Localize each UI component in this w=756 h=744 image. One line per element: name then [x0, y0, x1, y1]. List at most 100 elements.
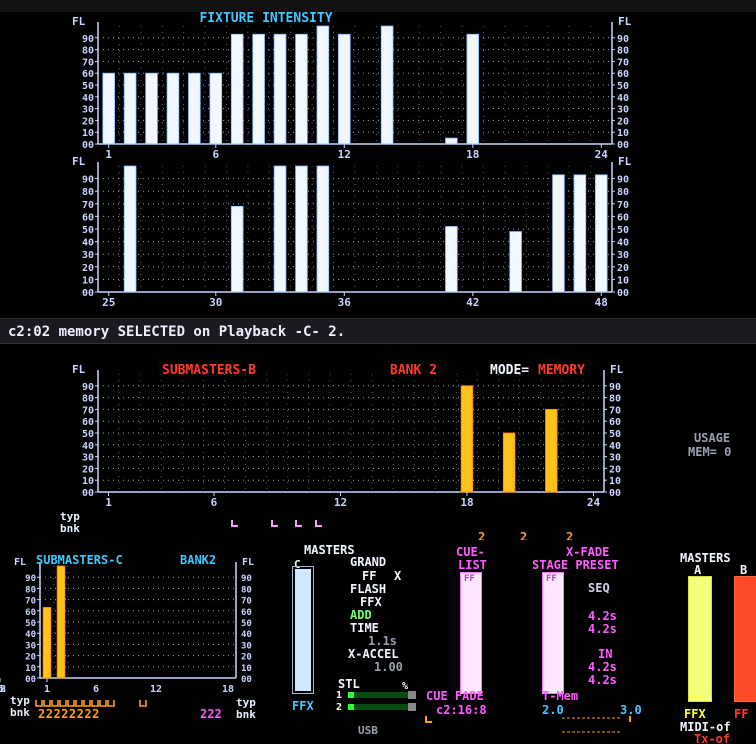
y-tick-label: 00 — [82, 488, 94, 499]
xfade-panel: X-FADE STAGE PRESET FF SEQ 4.2s 4.2s IN … — [530, 540, 680, 710]
y-tick-label: 10 — [82, 476, 94, 487]
y-tick-label: 50 — [82, 225, 94, 236]
y-tick-label: 40 — [82, 93, 94, 104]
y-tick-label: 70 — [25, 597, 36, 607]
y-tick-label-right: 10 — [241, 664, 252, 674]
bar-1 — [42, 607, 52, 679]
status-line: c2:02 memory SELECTED on Playback -C- 2. — [0, 318, 756, 344]
bar-47 — [573, 174, 587, 293]
x-tick-label: 30 — [209, 296, 222, 309]
y-tick-label: 90 — [82, 382, 94, 393]
y-unit-left: FL — [72, 155, 86, 168]
y-tick-label: 00 — [82, 140, 94, 151]
y-tick-label-right: 50 — [609, 429, 621, 440]
master-c-fader[interactable] — [292, 566, 314, 694]
y-tick-label: 10 — [25, 664, 36, 674]
bar-14 — [380, 25, 394, 145]
mode-value[interactable]: MEMORY — [538, 363, 585, 378]
bar-33 — [273, 165, 287, 293]
y-tick-label-right: 60 — [617, 69, 629, 80]
y-tick-label: 80 — [82, 187, 94, 198]
master-b-ff: FF — [734, 707, 749, 721]
submasters-c-bank: BANK2 — [180, 553, 216, 567]
cue-fade-label: CUE FADE — [426, 689, 484, 703]
y-tick-label-right: 80 — [609, 394, 621, 405]
master-a-fader[interactable] — [688, 576, 712, 702]
submasters-c-bank-digits: 22222222 — [38, 707, 100, 721]
bar-18 — [460, 385, 474, 493]
y-tick-label: 20 — [82, 116, 94, 127]
cuelist-title-2: LIST — [458, 558, 487, 572]
y-tick-label-right: 90 — [241, 574, 252, 584]
x-tick-label: 36 — [338, 296, 352, 309]
x-tick-label: 1 — [44, 684, 50, 695]
submasters-c-chart: FL90807060504030201000161218FL9080706050… — [0, 557, 254, 695]
masters-xaccel-value: 1.00 — [374, 660, 403, 674]
y-tick-label: 60 — [82, 212, 94, 223]
bar-11 — [316, 25, 330, 145]
fixture-intensity-title: FIXTURE INTENSITY — [199, 11, 332, 26]
bar-48 — [595, 174, 608, 293]
y-tick-label-right: 80 — [241, 585, 252, 595]
master-c-fader-fill — [295, 569, 311, 691]
masters-x[interactable]: X — [394, 570, 401, 583]
bar-7 — [230, 33, 244, 145]
x-tick-label: 24 — [595, 148, 609, 161]
y-tick-label-right: 50 — [241, 619, 252, 629]
bar-17 — [445, 137, 458, 145]
x-tick-label: 18 — [466, 148, 479, 161]
fixture-chart-1-24: FL FL90 9080 8070 7060 6050 5040 4030 3020 2010 10… — [72, 15, 632, 161]
y-tick-label-right: 70 — [609, 405, 621, 416]
bar-18 — [466, 33, 480, 145]
y-tick-label-right: 20 — [617, 263, 629, 274]
master-b-fader[interactable] — [734, 576, 756, 702]
x-tick-label: 18 — [0, 684, 6, 695]
y-tick-label: 50 — [82, 81, 94, 92]
stl-meters: 1 2 — [336, 690, 416, 713]
y-tick-label-right: 70 — [617, 57, 629, 68]
fixture-intensity-panel: FL FL90 9080 8070 7060 6050 5040 4030 3020 2010 10… — [72, 11, 632, 309]
y-tick-label-right: 50 — [617, 225, 629, 236]
bar-12 — [338, 33, 351, 145]
y-tick-label: 20 — [82, 464, 94, 475]
y-tick-label-right: 10 — [609, 476, 621, 487]
y-tick-label-right: 30 — [617, 250, 629, 261]
y-unit-left: FL — [72, 363, 86, 376]
x-tick-label: 48 — [595, 296, 608, 309]
bar-6 — [209, 72, 223, 145]
y-unit-left: FL — [72, 15, 86, 28]
y-tick-label: 50 — [82, 429, 94, 440]
y-tick-label: 80 — [25, 585, 36, 595]
subb-mark-18: 2 — [478, 530, 485, 540]
x-tick-label: 18 — [222, 684, 234, 695]
x-tick-label: 12 — [338, 148, 351, 161]
y-tick-label: 00 — [25, 675, 36, 685]
y-tick-label: 60 — [82, 69, 94, 80]
y-tick-label-right: 10 — [617, 275, 629, 286]
masters-ab-title: MASTERS — [680, 551, 731, 565]
x-tick-label: 24 — [587, 496, 601, 509]
cuelist-fader[interactable]: FF — [460, 572, 482, 694]
y-tick-label-right: 30 — [241, 641, 252, 651]
y-tick-label-right: 20 — [617, 116, 629, 127]
y-unit-right: FL — [610, 363, 624, 376]
y-tick-label-right: 80 — [617, 46, 629, 57]
submasters-b-chart: FL FL90 9080 8070 7060 6050 5040 4030 3020 2010 10… — [72, 363, 624, 509]
y-tick-label-right: 40 — [617, 93, 629, 104]
masters-panel: MASTERS C GRAND FF X FLASH FFX ADD TIME … — [290, 540, 440, 744]
bar-2 — [123, 72, 137, 145]
usb-label: USB — [358, 724, 378, 737]
bar-22 — [545, 409, 558, 493]
bar-46 — [552, 174, 565, 293]
submasters-b-bnk-label: bnk — [60, 522, 80, 535]
xfade-fader[interactable]: FF — [542, 572, 564, 694]
cuelist-fader-ff: FF — [464, 574, 475, 584]
y-tick-label-right: 70 — [617, 200, 629, 211]
x-tick-label: 1 — [105, 496, 112, 509]
submasters-b-bank: BANK 2 — [390, 363, 437, 378]
submasters-c-title: SUBMASTERS-C — [36, 553, 123, 567]
y-tick-label: 80 — [82, 394, 94, 405]
masters-ab-panel: MASTERS A B FFX FF MIDI-of Tx-of — [680, 540, 756, 744]
masters-grand: GRAND — [350, 555, 387, 569]
bar-34 — [295, 165, 308, 293]
